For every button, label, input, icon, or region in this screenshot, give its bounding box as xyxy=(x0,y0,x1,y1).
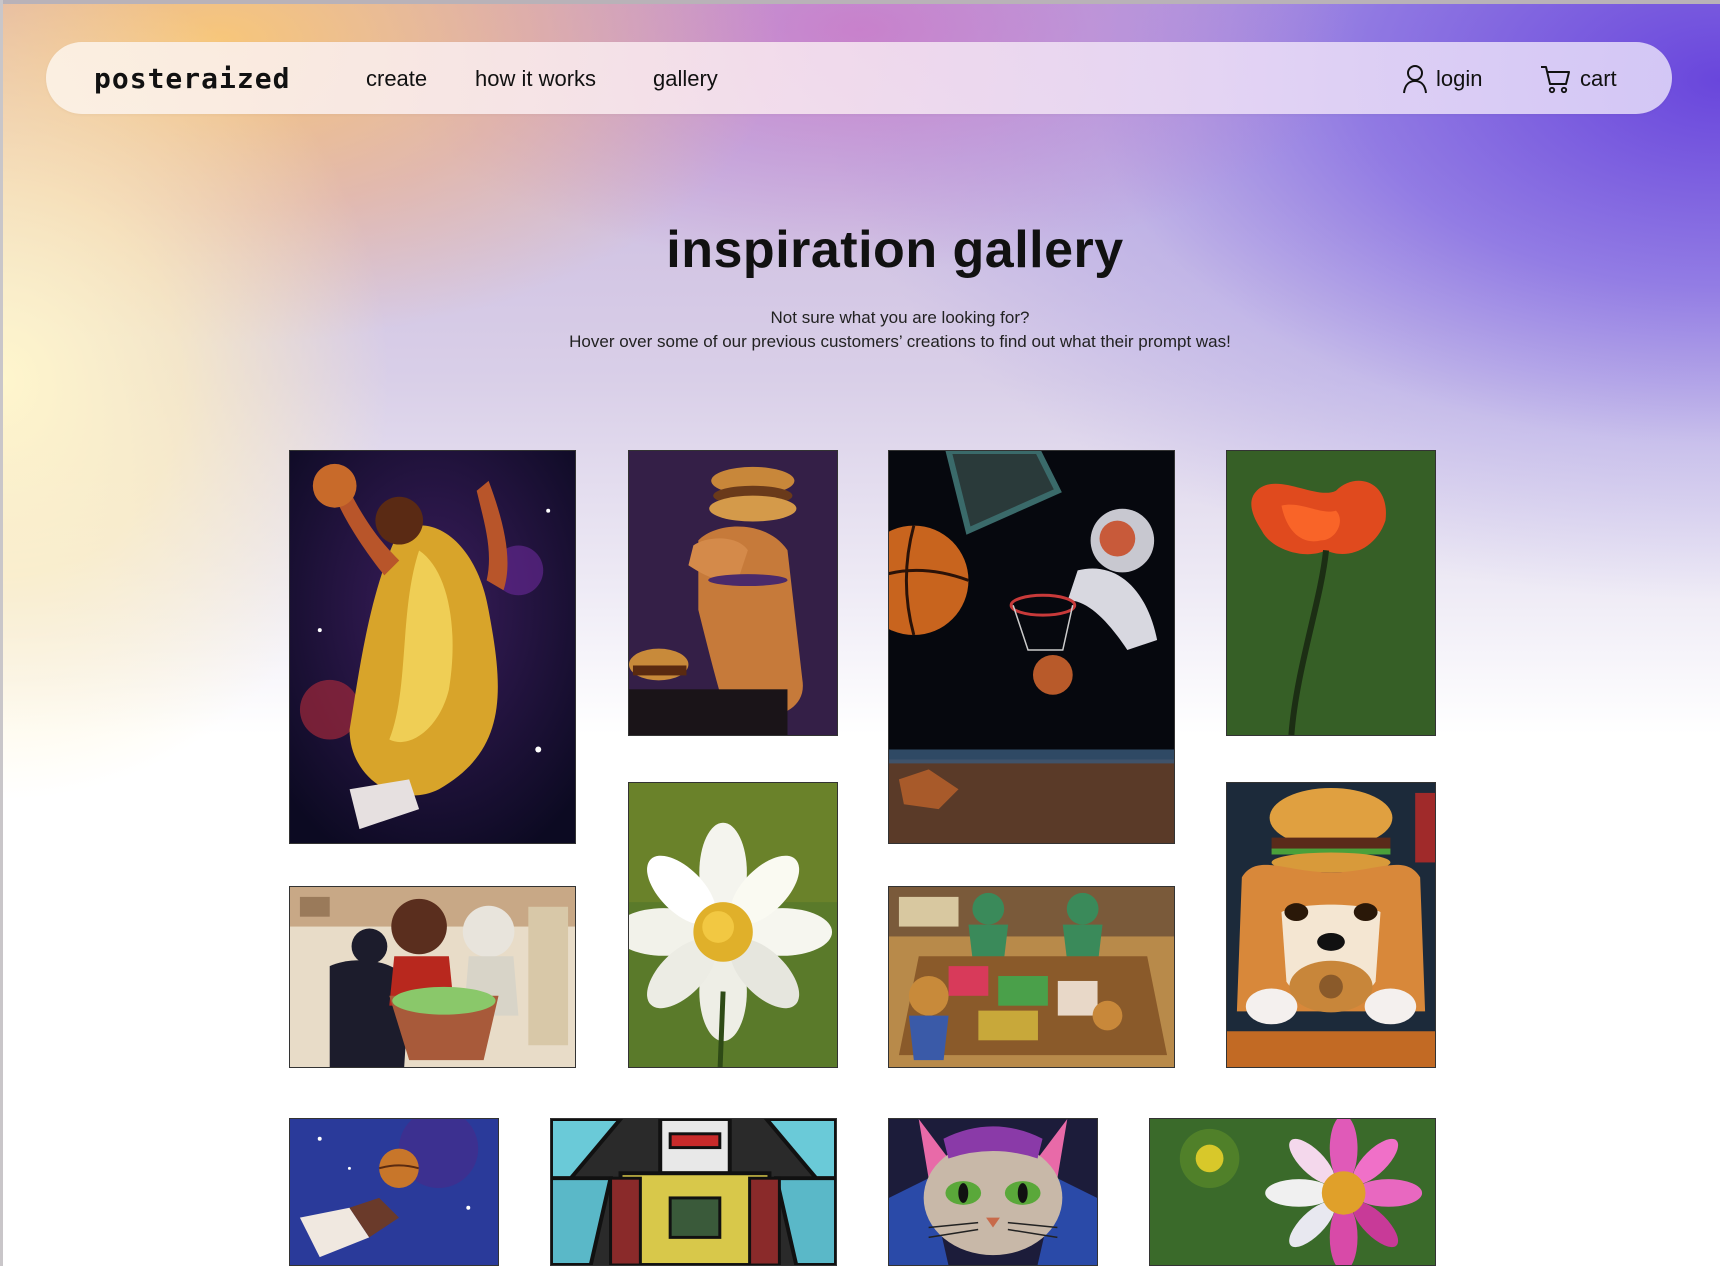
cart-label: cart xyxy=(1580,66,1617,91)
window-top-edge xyxy=(0,0,1720,4)
gallery-image-basketball-player[interactable] xyxy=(289,450,576,844)
page-background xyxy=(0,0,1720,1266)
page-title: inspiration gallery xyxy=(666,221,1124,279)
user-icon xyxy=(1402,64,1428,94)
gallery-image-space-basketball[interactable] xyxy=(289,1118,499,1266)
gallery-image-astronaut-basketball[interactable] xyxy=(888,450,1175,844)
gallery-image-teddy-bears-grocery[interactable] xyxy=(289,886,576,1068)
window-left-edge xyxy=(0,0,3,1266)
gallery-image-teddy-bears-market[interactable] xyxy=(888,886,1175,1068)
nav-link-create[interactable]: create xyxy=(366,66,427,92)
gallery-image-stained-glass-robot[interactable] xyxy=(550,1118,837,1266)
login-label: login xyxy=(1436,66,1483,91)
gallery-image-shiba-burger-hat[interactable] xyxy=(1226,782,1436,1068)
gallery-image-angry-cat[interactable] xyxy=(888,1118,1098,1266)
gallery-image-shiba-burgers[interactable] xyxy=(628,450,838,736)
login-button[interactable]: login xyxy=(1402,64,1482,94)
cart-icon xyxy=(1540,64,1572,94)
top-navbar: posteraized create how it works gallery … xyxy=(46,42,1672,114)
gallery-image-red-flower[interactable] xyxy=(1226,450,1436,736)
nav-link-gallery[interactable]: gallery xyxy=(653,66,718,92)
page-subtitle-line-2: Hover over some of our previous customer… xyxy=(569,332,1231,351)
nav-link-how-it-works[interactable]: how it works xyxy=(475,66,596,92)
cart-button[interactable]: cart xyxy=(1540,64,1617,94)
logo[interactable]: posteraized xyxy=(94,62,290,95)
gallery-image-white-daisy[interactable] xyxy=(628,782,838,1068)
gallery-image-pink-flower[interactable] xyxy=(1149,1118,1436,1266)
page-subtitle-line-1: Not sure what you are looking for? xyxy=(770,308,1030,327)
